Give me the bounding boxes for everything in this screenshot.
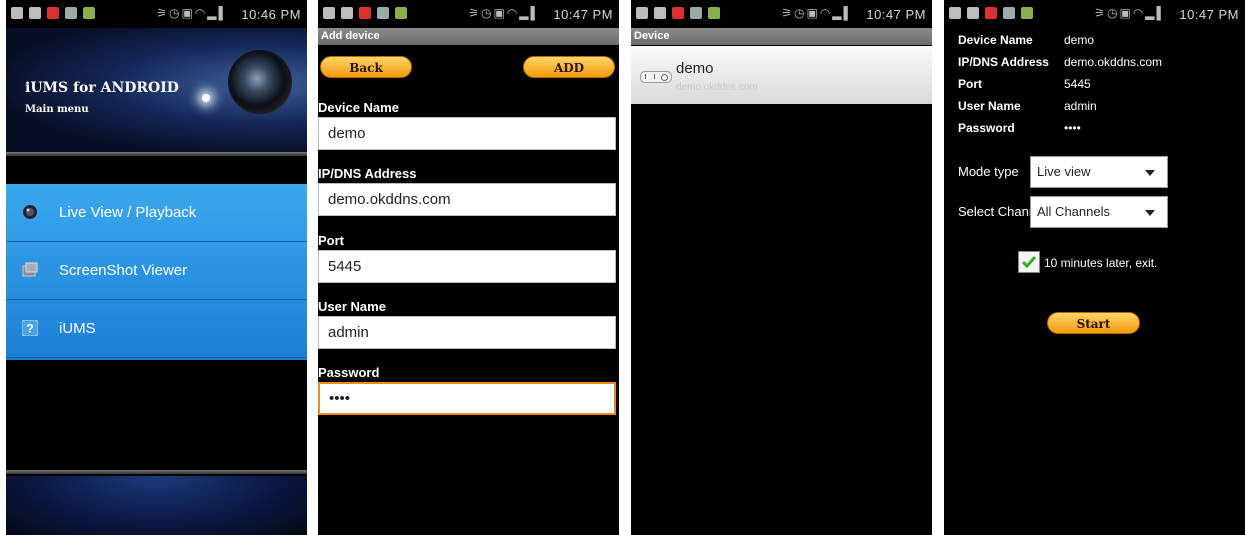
device-list-screen: ⚞◷▣◠▂▌ 10:47 PM Device demo demo.okddns.…: [631, 0, 932, 535]
notification-icon: [690, 7, 702, 19]
device-list-item[interactable]: demo demo.okddns.com: [631, 46, 932, 104]
ip-address-label: IP/DNS Address: [318, 166, 417, 181]
android-icon: [395, 7, 407, 19]
ip-address-field[interactable]: demo.okddns.com: [318, 183, 616, 216]
system-status-icons: ⚞◷▣◠▂▌: [1094, 6, 1167, 20]
main-menu-subtitle: Main menu: [25, 104, 89, 115]
info-label: IP/DNS Address: [958, 55, 1049, 69]
notification-icon: [65, 7, 77, 19]
android-icon: [1021, 7, 1033, 19]
start-button[interactable]: Start: [1047, 312, 1140, 334]
port-label: Port: [318, 233, 344, 248]
info-value: 5445: [1064, 77, 1091, 91]
user-name-label: User Name: [318, 299, 386, 314]
add-button[interactable]: ADD: [523, 56, 615, 78]
select-channel-select[interactable]: All Channels: [1030, 196, 1168, 228]
info-value: demo: [1064, 33, 1095, 47]
divider: [6, 152, 307, 156]
notification-icon: [654, 7, 666, 19]
status-bar: ⚞◷▣◠▂▌ 10:47 PM: [631, 0, 932, 28]
menu-item-iums[interactable]: ? iUMS: [6, 300, 307, 358]
notification-icon: [29, 7, 41, 19]
notification-icon: [672, 7, 684, 19]
menu-item-screenshot-viewer[interactable]: ScreenShot Viewer: [6, 242, 307, 300]
notification-icon: [359, 7, 371, 19]
user-name-field[interactable]: admin: [318, 316, 616, 349]
camera-lens-icon: [228, 50, 292, 114]
notification-icon: [341, 7, 353, 19]
password-label: Password: [318, 365, 380, 380]
status-bar: ⚞◷▣◠▂▌ 10:47 PM: [318, 0, 619, 28]
screen-title: Add device: [318, 28, 619, 45]
info-value: admin: [1064, 99, 1097, 113]
help-icon: ?: [22, 320, 38, 336]
info-value: ••••: [1064, 121, 1081, 135]
exit-timer-checkbox[interactable]: [1018, 251, 1040, 273]
menu-item-label: iUMS: [59, 320, 96, 337]
select-channel-value: All Channels: [1037, 204, 1110, 219]
status-bar: ⚞◷▣◠▂▌ 10:47 PM: [944, 0, 1245, 28]
notification-icon: [11, 7, 23, 19]
divider: [6, 470, 307, 474]
app-title: iUMS for ANDROID: [25, 80, 179, 96]
system-status-icons: ⚞◷▣◠▂▌: [781, 6, 854, 20]
back-button[interactable]: Back: [320, 56, 412, 78]
menu-item-label: ScreenShot Viewer: [59, 262, 188, 279]
notification-icon: [47, 7, 59, 19]
select-channel-label: Select Chann: [958, 204, 1030, 219]
mode-type-label: Mode type: [958, 164, 1019, 179]
main-menu-list: Live View / Playback ScreenShot Viewer ?…: [6, 184, 307, 360]
notification-icon: [377, 7, 389, 19]
screenshot-icon: [22, 262, 38, 277]
lens-flare: [202, 94, 210, 102]
menu-item-label: Live View / Playback: [59, 204, 197, 221]
info-label: Password: [958, 121, 1015, 135]
dropdown-arrow-icon: [1145, 170, 1155, 176]
dvr-device-icon: [640, 71, 672, 83]
checkmark-icon: [1021, 256, 1037, 269]
device-name-field[interactable]: demo: [318, 117, 616, 150]
svg-text:?: ?: [26, 322, 33, 336]
add-device-screen: ⚞◷▣◠▂▌ 10:47 PM Add device Back ADD Devi…: [318, 0, 619, 535]
device-name-label: Device Name: [318, 100, 399, 115]
device-address: demo.okddns.com: [676, 82, 758, 93]
app-banner: iUMS for ANDROID Main menu: [6, 28, 307, 152]
notification-icon: [949, 7, 961, 19]
android-icon: [83, 7, 95, 19]
notification-icon: [323, 7, 335, 19]
screen-title: Device: [631, 28, 932, 45]
notification-icon: [967, 7, 979, 19]
lens-icon: [23, 205, 37, 219]
password-field[interactable]: ••••: [318, 382, 616, 415]
system-status-icons: ⚞◷▣◠▂▌: [468, 6, 541, 20]
notification-icon: [1003, 7, 1015, 19]
port-field[interactable]: 5445: [318, 250, 616, 283]
info-value: demo.okddns.com: [1064, 55, 1163, 69]
status-bar: ⚞◷▣◠▂▌ 10:46 PM: [6, 0, 307, 28]
status-time: 10:47 PM: [1179, 7, 1239, 22]
info-label: Device Name: [958, 33, 1033, 47]
device-name: demo: [676, 60, 714, 77]
mode-type-select[interactable]: Live view: [1030, 156, 1168, 188]
menu-item-live-view[interactable]: Live View / Playback: [6, 184, 307, 242]
system-status-icons: ⚞◷▣◠▂▌: [156, 6, 229, 20]
info-label: Port: [958, 77, 982, 91]
status-time: 10:47 PM: [866, 7, 926, 22]
android-icon: [708, 7, 720, 19]
mode-type-value: Live view: [1037, 164, 1091, 179]
info-label: User Name: [958, 99, 1021, 113]
dropdown-arrow-icon: [1145, 210, 1155, 216]
main-menu-screen: ⚞◷▣◠▂▌ 10:46 PM iUMS for ANDROID Main me…: [6, 0, 307, 535]
device-detail-screen: ⚞◷▣◠▂▌ 10:47 PM Device Name demo IP/DNS …: [944, 0, 1245, 535]
status-time: 10:46 PM: [241, 7, 301, 22]
status-time: 10:47 PM: [553, 7, 613, 22]
bottom-decoration: [6, 476, 307, 535]
notification-icon: [985, 7, 997, 19]
notification-icon: [636, 7, 648, 19]
exit-timer-label: 10 minutes later, exit.: [1044, 256, 1158, 270]
